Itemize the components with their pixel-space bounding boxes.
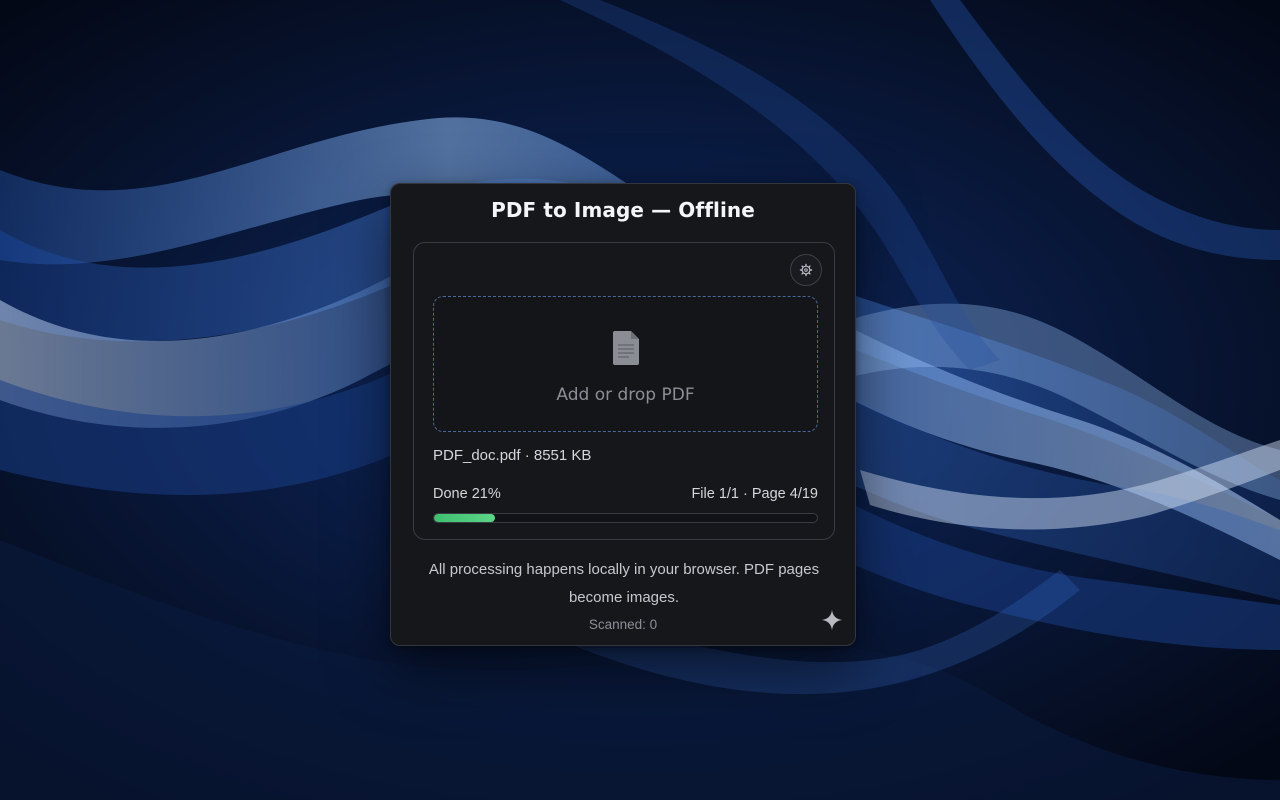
progress-fill: [434, 514, 496, 522]
progress-detail: File 1/1 · Page 4/19: [691, 486, 818, 502]
progress-status: Done 21%: [433, 486, 501, 502]
sparkle-icon[interactable]: [821, 609, 843, 631]
file-info: PDF_doc.pdf · 8551 KB: [433, 447, 592, 464]
app-title: PDF to Image — Offline: [491, 198, 755, 222]
gear-icon: [799, 263, 813, 277]
dropzone-label: Add or drop PDF: [556, 385, 695, 405]
progress-status-row: Done 21% File 1/1 · Page 4/19: [433, 486, 818, 502]
settings-button[interactable]: [790, 254, 822, 286]
document-icon: [613, 331, 639, 365]
progress-bar: [433, 513, 818, 523]
desktop: PDF to Image — Offline Add or drop PDF P…: [0, 0, 1280, 800]
privacy-notice: All processing happens locally in your b…: [428, 561, 820, 606]
converter-window: PDF to Image — Offline Add or drop PDF P…: [390, 183, 856, 646]
pdf-dropzone[interactable]: Add or drop PDF: [433, 296, 818, 432]
converter-card: Add or drop PDF PDF_doc.pdf · 8551 KB Do…: [413, 242, 835, 540]
scanned-count: Scanned: 0: [588, 617, 658, 632]
